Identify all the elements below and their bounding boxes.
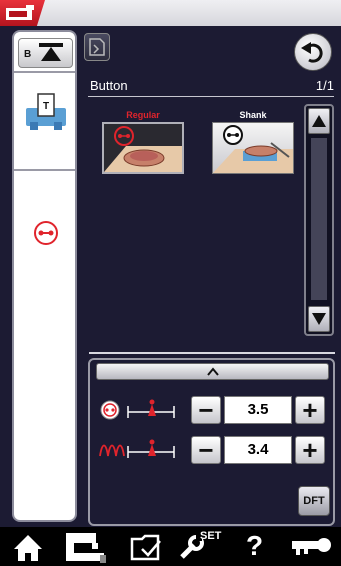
button-sew-shank-icon xyxy=(213,125,293,173)
default-settings-button[interactable]: DFT xyxy=(298,486,330,516)
top-status-bar xyxy=(0,0,341,26)
file-folder-icon[interactable] xyxy=(128,527,164,566)
title-underline xyxy=(88,96,334,97)
length-increase-button[interactable]: + xyxy=(295,436,325,464)
left-side-panel: B T xyxy=(12,30,77,522)
pattern-info-icon xyxy=(89,38,105,56)
width-decrease-button[interactable]: − xyxy=(191,396,221,424)
scroll-up-button[interactable] xyxy=(308,108,330,134)
key-lock-icon[interactable] xyxy=(290,527,334,566)
home-icon[interactable] xyxy=(10,527,46,566)
page-indicator: 1/1 xyxy=(315,78,334,93)
presser-foot-t-icon[interactable]: T xyxy=(24,92,68,132)
back-button[interactable] xyxy=(294,33,332,71)
button-sew-regular-icon xyxy=(104,126,182,172)
bobbin-threading-button[interactable]: B xyxy=(18,38,73,68)
stitch-tile-shank[interactable] xyxy=(212,122,294,174)
length-value: 3.4 xyxy=(224,436,292,464)
scroll-down-button[interactable] xyxy=(308,306,330,332)
bobbin-label: B xyxy=(24,49,32,60)
triangle-down-icon xyxy=(312,313,326,325)
page-title: Button xyxy=(90,78,128,93)
chevron-up-icon xyxy=(207,367,219,376)
stitch-length-icon xyxy=(99,439,175,458)
collapse-settings-button[interactable] xyxy=(96,363,329,380)
section-separator xyxy=(89,352,335,354)
stitch-info-button[interactable] xyxy=(84,33,110,61)
svg-text:T: T xyxy=(43,101,49,112)
width-value: 3.5 xyxy=(224,396,292,424)
help-button[interactable]: ? xyxy=(246,530,263,562)
stitch-scrollbar[interactable] xyxy=(304,104,334,336)
panel-divider xyxy=(14,71,75,73)
length-decrease-button[interactable]: − xyxy=(191,436,221,464)
return-arrow-icon xyxy=(301,42,323,63)
triangle-up-icon xyxy=(312,115,326,127)
machine-icon xyxy=(6,5,34,20)
set-label: SET xyxy=(200,530,222,542)
stitch-settings-panel: − 3.5 + − 3.4 + DFT xyxy=(88,358,335,526)
stitch-label-regular: Regular xyxy=(126,110,160,120)
needle-up-down-icon xyxy=(39,43,63,61)
bottom-navigation-bar: SET ? xyxy=(0,527,341,566)
scroll-thumb[interactable] xyxy=(311,138,327,300)
sewing-machine-icon[interactable] xyxy=(62,527,108,566)
buttonhole-stitch-icon xyxy=(34,221,58,245)
width-increase-button[interactable]: + xyxy=(295,396,325,424)
panel-divider xyxy=(14,169,75,171)
stitch-width-icon xyxy=(100,399,175,420)
stitch-label-shank: Shank xyxy=(239,110,267,120)
stitch-tile-regular[interactable] xyxy=(102,122,184,174)
